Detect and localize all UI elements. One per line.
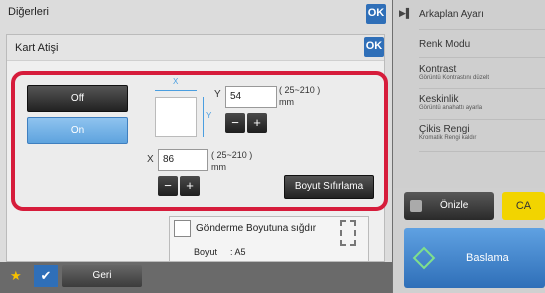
x-minus-button[interactable]: − bbox=[158, 176, 178, 196]
diagram-y-label: Y bbox=[206, 111, 212, 120]
x-value-input[interactable]: 86 bbox=[158, 149, 208, 171]
expand-arrow-icon[interactable]: ▶▌ bbox=[399, 8, 412, 19]
menu-item-sharpness[interactable]: Keskinlik Görüntü anahattı ayarla bbox=[419, 89, 545, 120]
star-icon[interactable]: ★ bbox=[10, 268, 22, 284]
y-range-label: ( 25~210 ) bbox=[279, 85, 321, 95]
menu-item-sublabel: Kromatik Rengi kaldır bbox=[419, 135, 477, 141]
paper-size-icon bbox=[340, 220, 356, 246]
y-unit-label: mm bbox=[279, 97, 294, 107]
y-axis-label: Y bbox=[214, 89, 221, 100]
menu-item-background[interactable]: Arkaplan Ayarı bbox=[419, 0, 545, 30]
y-dimension-line bbox=[203, 97, 204, 137]
preview-icon bbox=[410, 200, 422, 212]
preview-label: Önizle bbox=[440, 200, 469, 211]
fit-send-size-label: Gönderme Boyutuna sığdır bbox=[196, 223, 317, 234]
start-label: Baslama bbox=[466, 252, 509, 264]
menu-item-color-mode[interactable]: Renk Modu bbox=[419, 30, 545, 58]
dialog-title: Kart Atişi bbox=[15, 42, 59, 54]
ca-button[interactable]: CA bbox=[502, 192, 545, 220]
start-button[interactable]: Baslama bbox=[404, 228, 545, 288]
menu-item-sublabel: Görüntü Kontrastını düzelt bbox=[419, 75, 490, 81]
y-minus-button[interactable]: − bbox=[225, 113, 245, 133]
size-label: Boyut bbox=[194, 247, 218, 257]
menu-item-label: Arkaplan Ayarı bbox=[419, 9, 484, 20]
dialog-header bbox=[7, 35, 384, 61]
x-unit-label: mm bbox=[211, 162, 226, 172]
menu-item-sublabel: Görüntü anahattı ayarla bbox=[419, 105, 483, 111]
menu-item-output-color[interactable]: Çikis Rengi Kromatik Rengi kaldır bbox=[419, 120, 545, 152]
y-plus-button[interactable]: + bbox=[247, 113, 267, 133]
back-button[interactable]: Geri bbox=[62, 265, 142, 287]
reset-size-button[interactable]: Boyut Sıfırlama bbox=[284, 175, 374, 199]
x-axis-label: X bbox=[147, 154, 154, 165]
bottom-bar bbox=[0, 262, 392, 293]
y-value-input[interactable]: 54 bbox=[225, 86, 277, 108]
dialog-ok-button[interactable]: OK bbox=[364, 37, 384, 57]
preview-button[interactable]: Önizle bbox=[404, 192, 494, 220]
size-value: : A5 bbox=[230, 247, 246, 257]
menu-item-label: Çikis Rengi bbox=[419, 124, 470, 135]
main-ok-button[interactable]: OK bbox=[366, 4, 386, 24]
card-shot-settings: Off On X Y Y 54 ( 25~210 ) mm − + X 86 (… bbox=[11, 71, 388, 211]
fit-send-size-checkbox[interactable] bbox=[174, 220, 191, 237]
checkmark-icon[interactable]: ✔ bbox=[34, 265, 58, 287]
x-range-label: ( 25~210 ) bbox=[211, 150, 253, 160]
settings-menu: ▶▌ Arkaplan Ayarı Renk Modu Kontrast Gör… bbox=[393, 0, 545, 188]
start-icon bbox=[412, 246, 436, 270]
x-dimension-line bbox=[155, 90, 197, 91]
menu-item-label: Kontrast bbox=[419, 64, 457, 75]
on-button[interactable]: On bbox=[27, 117, 128, 144]
fit-send-size-panel: Gönderme Boyutuna sığdır Boyut : A5 bbox=[169, 216, 369, 262]
main-title: Diğerleri bbox=[8, 6, 49, 18]
diagram-x-label: X bbox=[173, 77, 179, 86]
menu-item-label: Renk Modu bbox=[419, 39, 471, 50]
card-diagram-icon bbox=[155, 97, 197, 137]
menu-item-label: Keskinlik bbox=[419, 94, 459, 105]
x-plus-button[interactable]: + bbox=[180, 176, 200, 196]
off-button[interactable]: Off bbox=[27, 85, 128, 112]
menu-item-contrast[interactable]: Kontrast Görüntü Kontrastını düzelt bbox=[419, 58, 545, 89]
